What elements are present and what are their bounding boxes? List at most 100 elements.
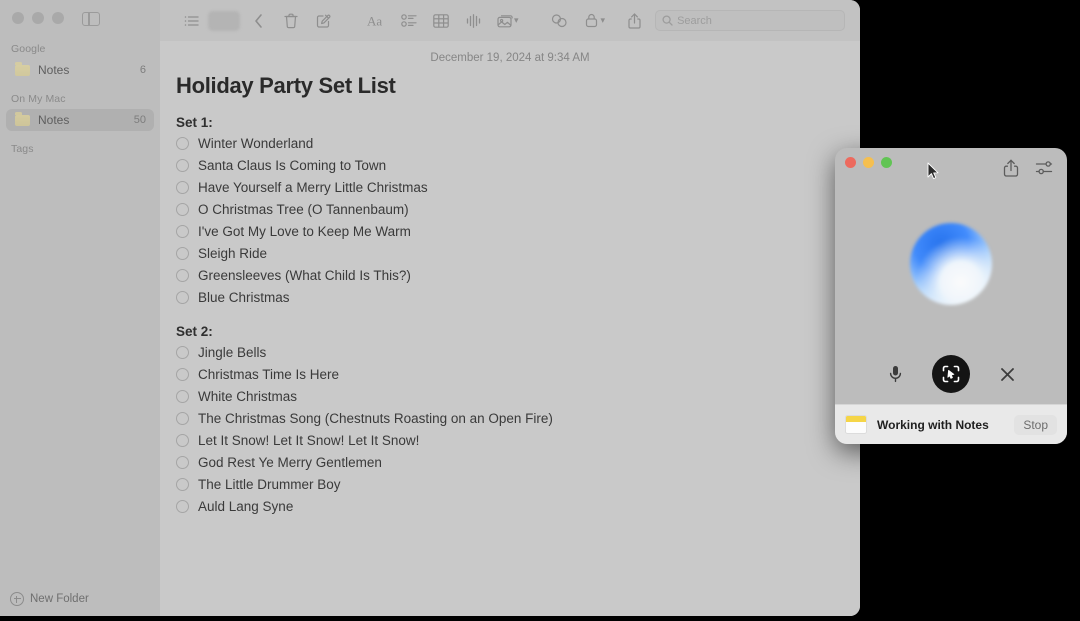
zoom-button[interactable] [52,12,64,24]
checklist-item[interactable]: Auld Lang Syne [176,495,840,517]
note-body[interactable]: Holiday Party Set List Set 1: Winter Won… [176,73,840,517]
assistant-traffic-lights[interactable] [845,157,892,168]
checklist-item-label: Jingle Bells [198,344,267,360]
sidebar-section-google: Google [11,43,46,55]
share-icon[interactable] [1003,159,1019,182]
share-icon[interactable] [621,10,647,32]
checkbox-icon[interactable] [176,202,189,216]
checkbox-icon[interactable] [176,367,189,381]
checkbox-icon[interactable] [176,224,189,238]
checklist-item[interactable]: Santa Claus Is Coming to Town [176,154,840,176]
list-view-icon[interactable] [178,10,204,32]
checklist-item-label: Blue Christmas [198,289,290,305]
minimize-button[interactable] [32,12,44,24]
search-icon [662,15,673,26]
window-traffic-lights[interactable] [12,12,64,24]
checklist-item-label: White Christmas [198,388,298,404]
new-folder-button[interactable]: New Folder [10,592,89,606]
sidebar-item-on-my-mac-notes[interactable]: Notes 50 [6,109,154,131]
mouse-pointer-icon [927,162,939,180]
sidebar-item-google-notes[interactable]: Notes 6 [6,59,154,81]
compose-note-icon[interactable] [310,10,336,32]
checklist-item[interactable]: Have Yourself a Merry Little Christmas [176,176,840,198]
blurred-toolbar-button[interactable] [208,10,240,31]
checklist-item[interactable]: I've Got My Love to Keep Me Warm [176,220,840,242]
notes-app-icon [845,415,867,434]
checklist-item-label: I've Got My Love to Keep Me Warm [198,223,411,239]
table-icon[interactable] [428,10,454,32]
checkbox-icon[interactable] [176,389,189,403]
checklist-item[interactable]: The Christmas Song (Chestnuts Roasting o… [176,407,840,429]
checkbox-icon[interactable] [176,290,189,304]
checklist-item-label: The Christmas Song (Chestnuts Roasting o… [198,410,553,426]
checkbox-icon[interactable] [176,268,189,282]
screen-control-icon[interactable] [932,355,970,393]
checkbox-icon[interactable] [176,158,189,172]
checklist-item[interactable]: Let It Snow! Let It Snow! Let It Snow! [176,429,840,451]
checkbox-icon[interactable] [176,180,189,194]
assistant-status-bar: Working with Notes Stop [835,404,1067,444]
checklist-item-label: Greensleeves (What Child Is This?) [198,267,411,283]
collaborate-icon[interactable] [547,10,573,32]
notes-window: Google Notes 6 On My Mac Notes 50 Tags N… [0,0,860,616]
audio-waveform-icon[interactable] [460,10,486,32]
screen: Google Notes 6 On My Mac Notes 50 Tags N… [0,0,1080,621]
sidebar-item-label: Notes [38,113,70,127]
checkbox-icon[interactable] [176,477,189,491]
trash-icon[interactable] [278,10,304,32]
microphone-icon[interactable] [880,359,910,389]
minimize-button[interactable] [863,157,874,168]
checklist-item-label: O Christmas Tree (O Tannenbaum) [198,201,409,217]
sidebar-item-count: 6 [139,64,146,76]
set-spacer [176,308,840,324]
format-text-icon[interactable]: Aa [364,10,390,32]
checklist-item[interactable]: Greensleeves (What Child Is This?) [176,264,840,286]
checklist-item[interactable]: Christmas Time Is Here [176,363,840,385]
checkbox-icon[interactable] [176,455,189,469]
checklist-item[interactable]: White Christmas [176,385,840,407]
plus-circle-icon [10,592,24,606]
media-icon[interactable] [492,10,518,32]
assistant-controls [835,355,1067,393]
checklist-item[interactable]: Winter Wonderland [176,132,840,154]
note-editor[interactable]: December 19, 2024 at 9:34 AM Holiday Par… [160,41,860,616]
new-folder-label: New Folder [30,593,89,605]
checkbox-icon[interactable] [176,345,189,359]
assistant-window: Working with Notes Stop [835,148,1067,444]
checkbox-icon[interactable] [176,499,189,513]
close-button[interactable] [12,12,24,24]
sidebar-item-label: Notes [38,63,70,77]
lock-icon[interactable] [579,10,605,32]
checkbox-icon[interactable] [176,433,189,447]
checkbox-icon[interactable] [176,136,189,150]
svg-text:Aa: Aa [367,14,382,28]
folder-icon [15,62,30,76]
zoom-button[interactable] [881,157,892,168]
checklist-item[interactable]: Sleigh Ride [176,242,840,264]
checklist-item[interactable]: Jingle Bells [176,341,840,363]
checklist-item[interactable]: O Christmas Tree (O Tannenbaum) [176,198,840,220]
assistant-titlebar[interactable] [835,148,1067,190]
checklist-item-label: Sleigh Ride [198,245,268,261]
set-heading-1: Set 1: [176,115,213,130]
checkbox-icon[interactable] [176,411,189,425]
back-chevron-icon[interactable] [246,10,272,32]
page-title: Holiday Party Set List [176,73,396,98]
close-x-icon[interactable] [992,359,1022,389]
toolbar: Aa ▾ ▾ Search [160,0,860,42]
checklist-item[interactable]: The Little Drummer Boy [176,473,840,495]
checklist-item[interactable]: God Rest Ye Merry Gentlemen [176,451,840,473]
search-input[interactable]: Search [655,10,846,31]
checkbox-icon[interactable] [176,246,189,260]
checklist-item-label: Let It Snow! Let It Snow! Let It Snow! [198,432,420,448]
stop-button[interactable]: Stop [1014,414,1057,435]
settings-sliders-icon[interactable] [1035,159,1053,182]
sidebar-toggle-icon[interactable] [82,12,100,26]
assistant-orb [910,223,992,305]
checklist-icon[interactable] [396,10,422,32]
checklist-item-label: Christmas Time Is Here [198,366,340,382]
checklist-item[interactable]: Blue Christmas [176,286,840,308]
checklist-item-label: Auld Lang Syne [198,498,294,514]
close-button[interactable] [845,157,856,168]
set-heading-2: Set 2: [176,324,213,339]
